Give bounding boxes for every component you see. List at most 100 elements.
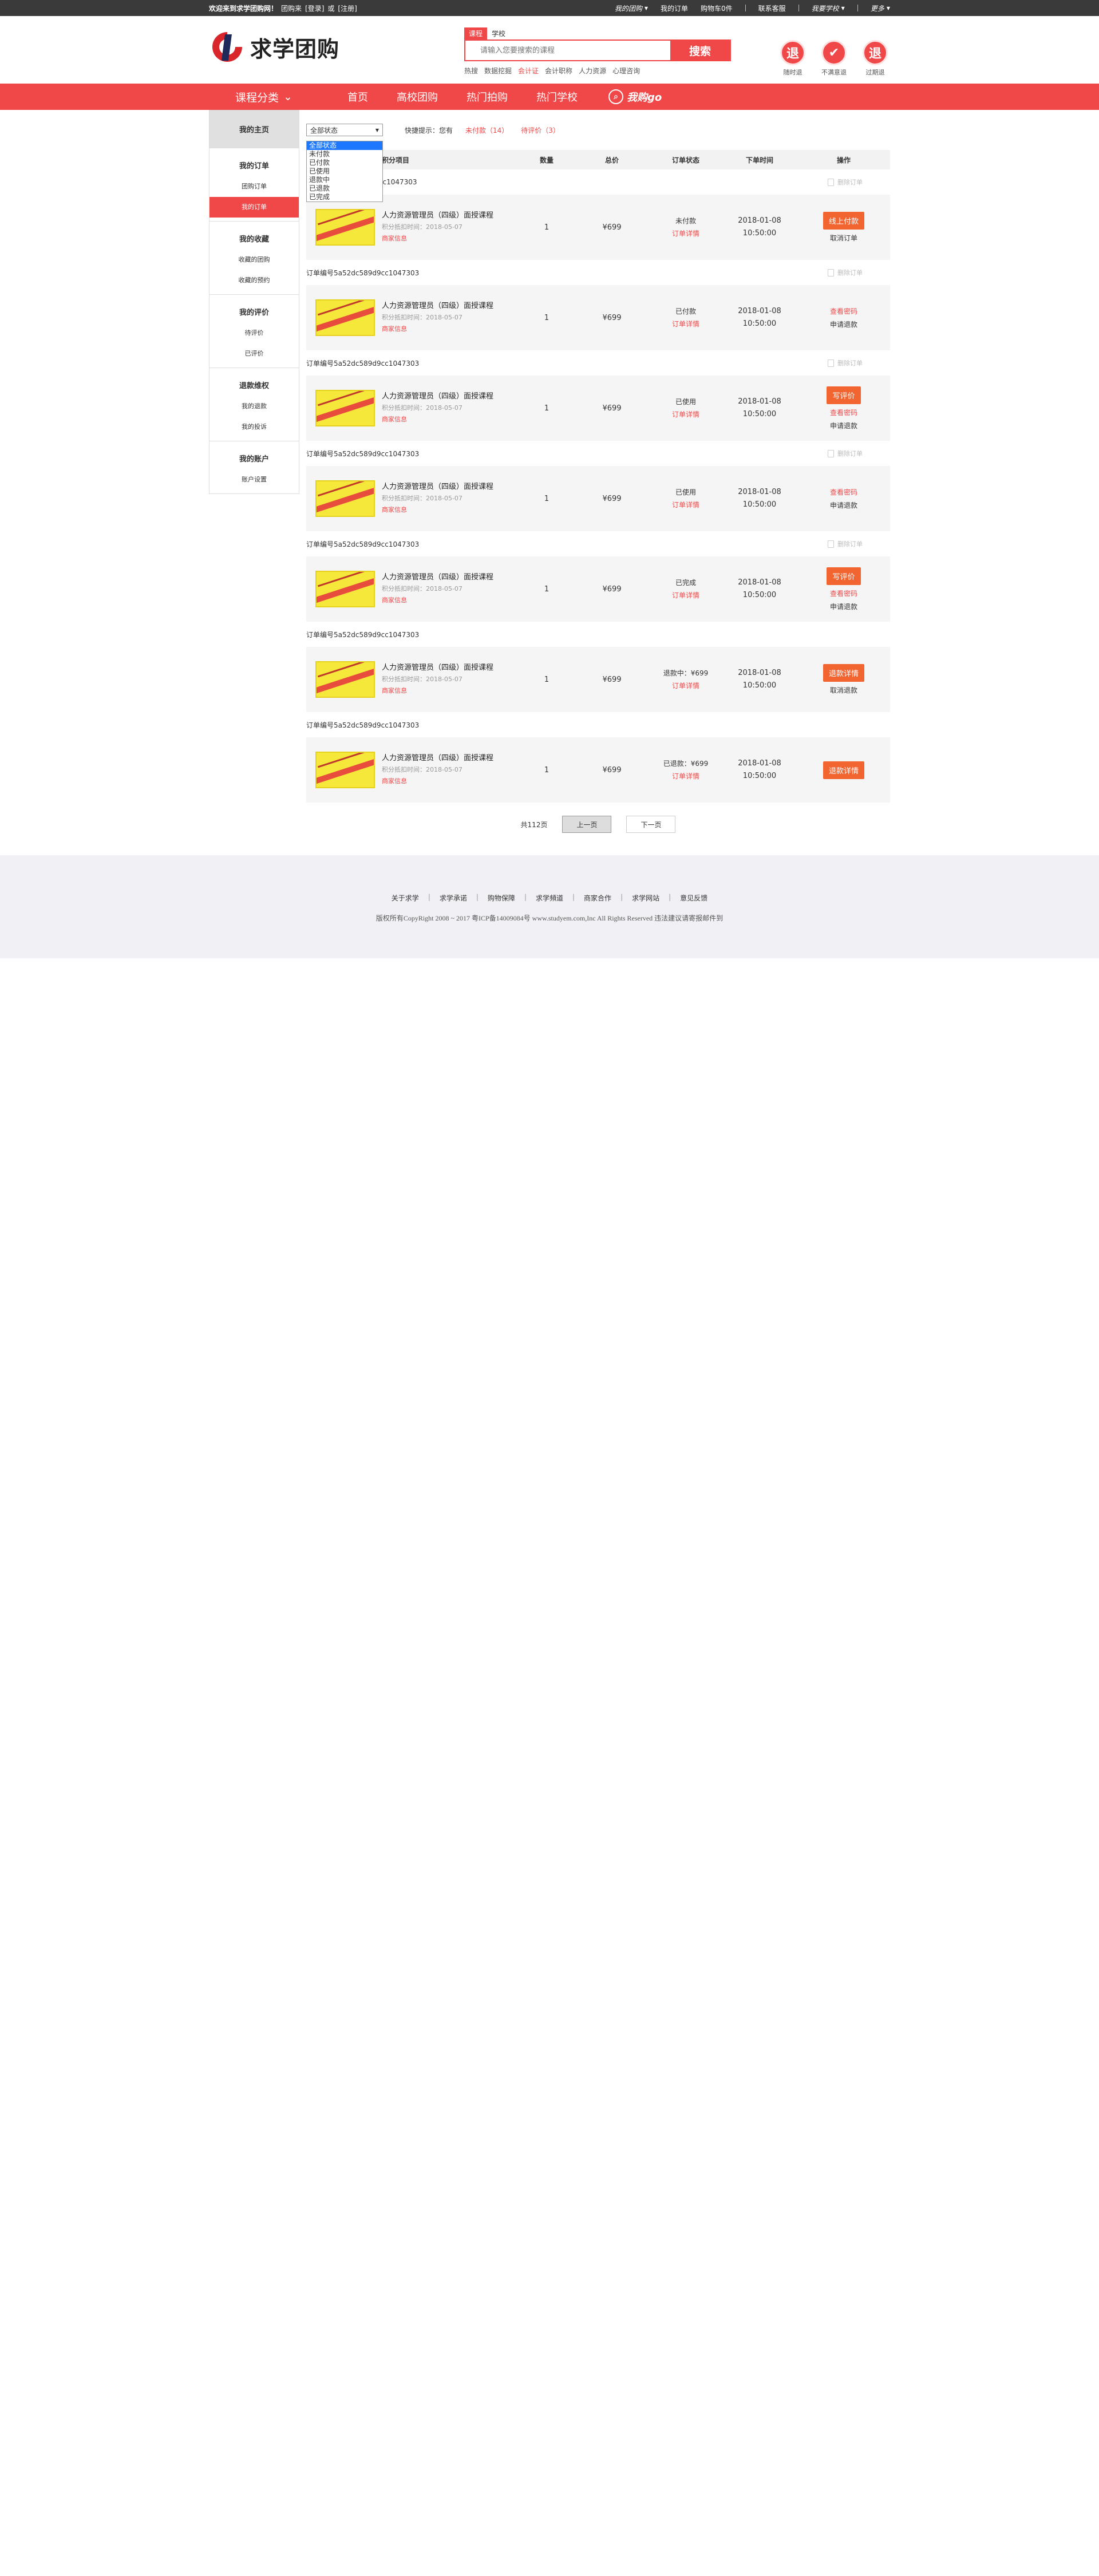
merchant-link[interactable]: 商家信息	[382, 595, 493, 606]
order-action-link[interactable]: 申请退款	[830, 602, 857, 611]
product-name[interactable]: 人力资源管理员（四级）面授课程	[382, 301, 493, 312]
unpaid-link[interactable]: 未付款（14）	[465, 125, 508, 135]
product-thumbnail[interactable]	[315, 480, 375, 517]
product-thumbnail[interactable]	[315, 661, 375, 698]
order-detail-link[interactable]: 订单详情	[650, 589, 722, 602]
more-link[interactable]: 更多 ▼	[871, 3, 890, 13]
delete-order-button[interactable]: 删除订单	[828, 177, 863, 187]
search-tab-school[interactable]: 学校	[487, 27, 510, 39]
prev-page-button[interactable]: 上一页	[562, 816, 612, 833]
product-thumbnail[interactable]	[315, 571, 375, 607]
sidebar-item-group-orders[interactable]: 团购订单	[209, 176, 299, 197]
footer-link[interactable]: 意见反馈	[671, 893, 717, 903]
order-detail-link[interactable]: 订单详情	[650, 770, 722, 783]
order-action-link[interactable]: 申请退款	[830, 319, 857, 329]
unreviewed-link[interactable]: 待评价（3）	[521, 125, 560, 135]
my-group-link[interactable]: 我的团购 ▼	[615, 3, 648, 13]
product-name[interactable]: 人力资源管理员（四级）面授课程	[382, 210, 493, 222]
order-detail-link[interactable]: 订单详情	[650, 408, 722, 421]
order-action-button[interactable]: 线上付款	[823, 212, 864, 230]
product-thumbnail[interactable]	[315, 752, 375, 788]
contact-link[interactable]: 联系客服	[758, 3, 786, 13]
search-button[interactable]: 搜索	[670, 41, 730, 60]
sidebar-home[interactable]: 我的主页	[209, 110, 299, 148]
sidebar-item-reviewed[interactable]: 已评价	[209, 343, 299, 364]
product-name[interactable]: 人力资源管理员（四级）面授课程	[382, 391, 493, 402]
product-thumbnail[interactable]	[315, 390, 375, 426]
order-action-button[interactable]: 退款详情	[823, 664, 864, 682]
order-action-link[interactable]: 申请退款	[830, 421, 857, 430]
status-option[interactable]: 退款中	[307, 176, 382, 184]
footer-link[interactable]: 求学承诺	[430, 893, 476, 903]
order-action-button[interactable]: 退款详情	[823, 761, 864, 779]
merchant-link[interactable]: 商家信息	[382, 504, 493, 516]
product-name[interactable]: 人力资源管理员（四级）面授课程	[382, 481, 493, 493]
footer-link[interactable]: 求学頻道	[527, 893, 572, 903]
category-menu[interactable]: 课程分类 ⌄	[209, 89, 319, 105]
merchant-link[interactable]: 商家信息	[382, 685, 493, 697]
my-orders-link[interactable]: 我的订单	[661, 3, 688, 13]
order-action-link[interactable]: 查看密码	[830, 487, 857, 497]
merchant-link[interactable]: 商家信息	[382, 233, 493, 244]
hot-link[interactable]: 人力资源	[579, 66, 606, 76]
site-logo[interactable]: 求学团购	[209, 29, 339, 65]
status-option[interactable]: 已退款	[307, 184, 382, 193]
footer-link[interactable]: 购物保障	[479, 893, 524, 903]
footer-link[interactable]: 求学网站	[623, 893, 669, 903]
order-action-link[interactable]: 查看密码	[830, 306, 857, 316]
sidebar-item-my-orders[interactable]: 我的订单	[209, 197, 299, 218]
order-detail-link[interactable]: 订单详情	[650, 679, 722, 692]
next-page-button[interactable]: 下一页	[626, 816, 676, 833]
order-detail-link[interactable]: 订单详情	[650, 499, 722, 511]
status-option[interactable]: 全部状态	[307, 141, 382, 150]
nav-hot-auction[interactable]: 热门拍购	[467, 89, 508, 104]
sidebar-item-to-review[interactable]: 待评价	[209, 323, 299, 343]
nav-home[interactable]: 首页	[347, 89, 368, 104]
order-action-button[interactable]: 写评价	[827, 386, 861, 404]
footer-link[interactable]: 商家合作	[575, 893, 620, 903]
order-detail-link[interactable]: 订单详情	[650, 227, 722, 240]
status-option[interactable]: 未付款	[307, 150, 382, 159]
status-option[interactable]: 已使用	[307, 167, 382, 176]
hot-link[interactable]: 数据挖掘	[484, 66, 512, 76]
nav-college-group[interactable]: 高校团购	[397, 89, 438, 104]
delete-order-button[interactable]: 删除订单	[828, 449, 863, 458]
delete-order-button[interactable]: 删除订单	[828, 358, 863, 368]
order-detail-link[interactable]: 订单详情	[650, 318, 722, 330]
order-action-link[interactable]: 取消退款	[830, 685, 857, 695]
product-thumbnail[interactable]	[315, 209, 375, 246]
login-link[interactable]: [登录]	[305, 3, 324, 13]
footer-link[interactable]: 关于求学	[382, 893, 428, 903]
sidebar-item-fav-group[interactable]: 收藏的团购	[209, 250, 299, 270]
order-action-link[interactable]: 申请退款	[830, 500, 857, 510]
product-name[interactable]: 人力资源管理员（四级）面授课程	[382, 662, 493, 674]
hot-link[interactable]: 会计职称	[545, 66, 572, 76]
search-tab-course[interactable]: 课程	[464, 27, 488, 39]
order-action-link[interactable]: 取消订单	[830, 233, 857, 243]
merchant-link[interactable]: 商家信息	[382, 414, 493, 425]
status-option[interactable]: 已付款	[307, 159, 382, 167]
nav-hot-school[interactable]: 热门学校	[536, 89, 578, 104]
hot-link[interactable]: 会计证	[518, 66, 539, 76]
nav-brand[interactable]: ⌕ 我购go	[608, 89, 662, 104]
order-action-link[interactable]: 查看密码	[830, 408, 857, 417]
product-name[interactable]: 人力资源管理员（四级）面授课程	[382, 753, 493, 764]
hot-link[interactable]: 心理咨询	[612, 66, 640, 76]
order-action-link[interactable]: 查看密码	[830, 588, 857, 598]
register-link[interactable]: [注册]	[338, 3, 357, 13]
sidebar-item-fav-booking[interactable]: 收藏的预约	[209, 270, 299, 291]
product-thumbnail[interactable]	[315, 299, 375, 336]
order-action-button[interactable]: 写评价	[827, 567, 861, 585]
sidebar-item-account-settings[interactable]: 账户设置	[209, 469, 299, 490]
sidebar-item-my-refunds[interactable]: 我的退款	[209, 396, 299, 417]
sidebar-item-my-complaints[interactable]: 我的投诉	[209, 417, 299, 437]
delete-order-button[interactable]: 删除订单	[828, 539, 863, 548]
status-option[interactable]: 已完成	[307, 193, 382, 202]
product-name[interactable]: 人力资源管理员（四级）面授课程	[382, 572, 493, 583]
cart-link[interactable]: 购物车0件	[701, 3, 733, 13]
merchant-link[interactable]: 商家信息	[382, 323, 493, 335]
status-select[interactable]: 全部状态 ▼	[306, 124, 383, 136]
search-input[interactable]	[465, 41, 670, 60]
school-link[interactable]: 我要学校 ▼	[812, 3, 845, 13]
delete-order-button[interactable]: 删除订单	[828, 268, 863, 277]
